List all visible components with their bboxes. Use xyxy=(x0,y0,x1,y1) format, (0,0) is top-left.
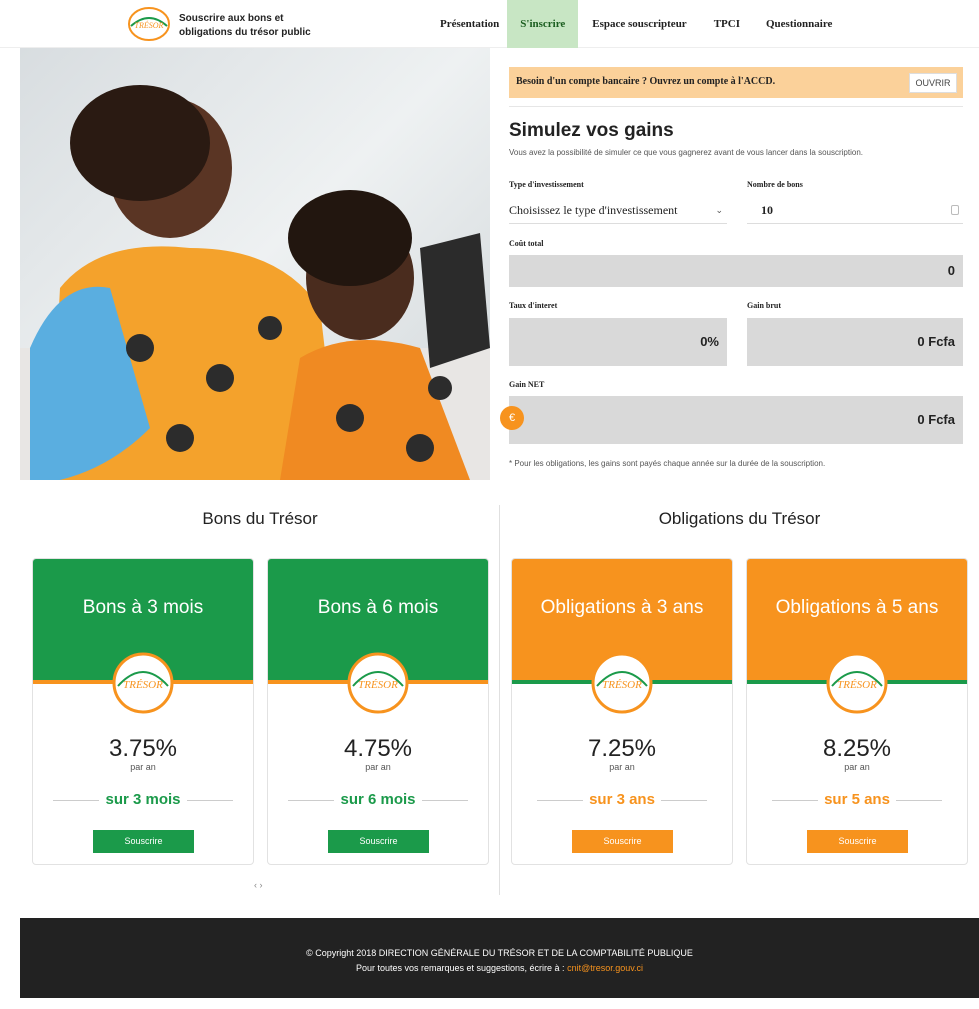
investment-type-value: Choisissez le type d'investissement xyxy=(509,203,678,217)
gross-label: Gain brut xyxy=(747,301,782,310)
card-obligations-5-ans: Obligations à 5 ans TRÉSOR 8.25% par an … xyxy=(746,558,968,865)
card-title: Obligations à 5 ans xyxy=(775,597,939,618)
banner-text: Besoin d'un compte bancaire ? Ouvrez un … xyxy=(516,76,776,87)
souscrire-button[interactable]: Souscrire xyxy=(572,830,673,853)
carousel-pager[interactable]: ‹ › xyxy=(254,880,263,890)
nav-sinscrire[interactable]: S'inscrire xyxy=(507,0,579,48)
card-rate: 4.75% xyxy=(343,735,413,762)
card-title: Bons à 3 mois xyxy=(82,597,204,618)
souscrire-button[interactable]: Souscrire xyxy=(328,830,429,853)
count-label: Nombre de bons xyxy=(747,180,803,189)
bons-count-input[interactable]: 10 xyxy=(747,200,963,224)
card-rate: 8.25% xyxy=(822,735,892,762)
footer-email-link[interactable]: cnit@tresor.gouv.ci xyxy=(567,963,643,973)
card-duration-text: sur 3 mois xyxy=(105,791,181,808)
card-per: par an xyxy=(609,762,635,772)
tresor-seal-icon: TRÉSOR xyxy=(347,652,409,714)
site-footer: © Copyright 2018 DIRECTION GÉNÉRALE DU T… xyxy=(20,918,979,998)
simulator-subtitle: Vous avez la possibilité de simuler ce q… xyxy=(509,148,863,157)
bank-account-banner: Besoin d'un compte bancaire ? Ouvrez un … xyxy=(509,67,963,98)
bons-section-title: Bons du Trésor xyxy=(202,509,318,528)
svg-text:TRÉSOR: TRÉSOR xyxy=(358,679,398,691)
interest-rate-output: 0% xyxy=(509,318,727,366)
spinner-icon[interactable] xyxy=(951,205,959,215)
card-per: par an xyxy=(365,762,391,772)
obligations-section-title: Obligations du Trésor xyxy=(658,509,821,528)
souscrire-button[interactable]: Souscrire xyxy=(807,830,908,853)
chevron-down-icon: ⌄ xyxy=(715,205,723,215)
card-duration: sur 3 ans xyxy=(512,791,732,808)
nav-presentation[interactable]: Présentation xyxy=(432,0,507,48)
footer-copyright: © Copyright 2018 DIRECTION GÉNÉRALE DU T… xyxy=(306,948,693,958)
investment-type-select[interactable]: Choisissez le type d'investissement ⌄ xyxy=(509,200,727,224)
card-title: Bons à 6 mois xyxy=(317,597,439,618)
card-duration: sur 3 mois xyxy=(33,791,253,808)
total-cost-output: 0 xyxy=(509,255,963,287)
hero-illustration xyxy=(20,85,490,480)
gross-gain-output: 0 Fcfa xyxy=(747,318,963,366)
card-duration: sur 5 ans xyxy=(747,791,967,808)
brand-title[interactable]: Souscrire aux bons et obligations du tré… xyxy=(179,12,329,40)
card-duration-text: sur 3 ans xyxy=(589,791,655,808)
svg-text:TRÉSOR: TRÉSOR xyxy=(123,679,163,691)
svg-text:TRÉSOR: TRÉSOR xyxy=(135,20,164,30)
card-rate: 7.25% xyxy=(587,735,657,762)
card-per: par an xyxy=(130,762,156,772)
tresor-seal-icon: TRÉSOR xyxy=(826,652,888,714)
euro-icon: € xyxy=(500,406,524,430)
card-obligations-3-ans: Obligations à 3 ans TRÉSOR 7.25% par an … xyxy=(511,558,733,865)
card-bons-3-mois: Bons à 3 mois TRÉSOR 3.75% par an sur 3 … xyxy=(32,558,254,865)
brand-line-2: obligations du trésor public xyxy=(179,27,311,38)
cost-label: Coût total xyxy=(509,239,544,248)
svg-text:TRÉSOR: TRÉSOR xyxy=(602,679,642,691)
net-label: Gain NET xyxy=(509,380,545,389)
footer-contact-prefix: Pour toutes vos remarques et suggestions… xyxy=(355,963,565,973)
site-header: TRÉSOR Souscrire aux bons et obligations… xyxy=(0,0,979,48)
card-duration-text: sur 6 mois xyxy=(340,791,416,808)
simulator-note: * Pour les obligations, les gains sont p… xyxy=(509,459,826,468)
type-label: Type d'investissement xyxy=(509,180,584,189)
card-duration-text: sur 5 ans xyxy=(824,791,890,808)
rate-label: Taux d'interet xyxy=(509,301,558,310)
svg-text:TRÉSOR: TRÉSOR xyxy=(837,679,877,691)
souscrire-button[interactable]: Souscrire xyxy=(93,830,194,853)
card-bons-6-mois: Bons à 6 mois TRÉSOR 4.75% par an sur 6 … xyxy=(267,558,489,865)
net-gain-output: 0 Fcfa xyxy=(509,396,963,444)
section-divider xyxy=(499,505,500,895)
nav-espace-souscripteur[interactable]: Espace souscripteur xyxy=(578,0,700,48)
tresor-seal-icon: TRÉSOR xyxy=(112,652,174,714)
card-rate: 3.75% xyxy=(108,735,178,762)
footer-contact: Pour toutes vos remarques et suggestions… xyxy=(20,963,979,973)
tresor-seal-icon: TRÉSOR xyxy=(591,652,653,714)
nav-questionnaire[interactable]: Questionnaire xyxy=(753,0,845,48)
open-account-button[interactable]: OUVRIR xyxy=(909,73,957,93)
card-duration: sur 6 mois xyxy=(268,791,488,808)
divider xyxy=(509,106,963,107)
main-nav: Présentation S'inscrire Espace souscript… xyxy=(432,0,845,48)
card-title: Obligations à 3 ans xyxy=(540,597,704,618)
hero-photo xyxy=(20,48,490,480)
brand-line-1: Souscrire aux bons et xyxy=(179,13,284,24)
card-per: par an xyxy=(844,762,870,772)
nav-tpci[interactable]: TPCI xyxy=(701,0,753,48)
tresor-logo-icon[interactable]: TRÉSOR xyxy=(126,6,172,42)
simulator-title: Simulez vos gains xyxy=(509,120,674,141)
bons-count-value: 10 xyxy=(761,203,773,217)
